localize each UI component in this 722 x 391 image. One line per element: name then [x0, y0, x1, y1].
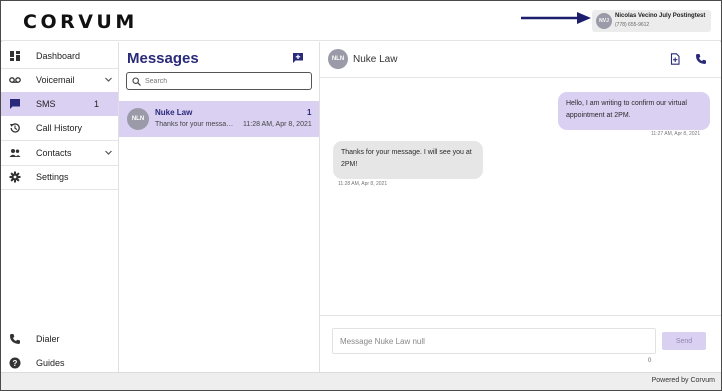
contact-name: Nuke Law	[353, 54, 398, 65]
sidebar-item-sms[interactable]: SMS 1	[1, 92, 118, 116]
outgoing-message: Hello, I am writing to confirm our virtu…	[558, 92, 710, 130]
conversation-name: Nuke Law	[155, 108, 193, 117]
message-timestamp: 11:28 AM, Apr 8, 2021	[338, 181, 388, 187]
conversation-header: NLN Nuke Law	[320, 42, 721, 78]
conversation-panel: NLN Nuke Law Hello, I am writing to conf…	[320, 42, 721, 372]
voicemail-icon	[9, 77, 21, 83]
phone-icon	[10, 334, 20, 344]
sidebar-item-voicemail[interactable]: Voicemail	[1, 68, 118, 92]
sidebar-item-label: Contacts	[36, 148, 72, 158]
sidebar-item-contacts[interactable]: Contacts	[1, 141, 118, 165]
dashboard-icon	[10, 51, 20, 61]
search-box	[126, 72, 312, 90]
sms-icon	[10, 99, 20, 109]
top-bar: CORVUM NVJ Nicolas Vecino July Postingte…	[1, 1, 721, 41]
send-button[interactable]: Send	[662, 332, 706, 350]
sidebar-item-settings[interactable]: Settings	[1, 165, 118, 189]
messages-panel: Messages NLN Nuke Law Thanks for your me…	[119, 42, 320, 372]
message-timestamp: 11:27 AM, Apr 8, 2021	[651, 131, 701, 137]
sidebar-item-label: Dashboard	[36, 51, 81, 61]
gear-icon	[9, 171, 21, 183]
user-name: Nicolas Vecino July Postingtest	[615, 13, 706, 19]
svg-text:?: ?	[13, 359, 18, 368]
incoming-message: Thanks for your message. I will see you …	[333, 141, 483, 179]
sidebar-item-dialer[interactable]: Dialer	[1, 327, 118, 351]
conversation-time: 11:28 AM, Apr 8, 2021	[243, 121, 312, 128]
character-count: 0	[648, 358, 652, 364]
arrow-annotation-icon	[521, 12, 591, 24]
divider	[1, 189, 118, 190]
search-input[interactable]	[145, 75, 305, 87]
export-file-icon[interactable]	[669, 53, 681, 65]
unread-count-badge: 1	[94, 99, 100, 109]
messages-title: Messages	[127, 50, 199, 67]
user-account-chip[interactable]: NVJ Nicolas Vecino July Postingtest (778…	[592, 10, 711, 32]
call-icon[interactable]	[695, 53, 707, 65]
sidebar-item-label: Voicemail	[36, 75, 75, 85]
footer-text: Powered by Corvum	[651, 377, 715, 384]
history-icon	[10, 123, 20, 133]
message-input[interactable]	[332, 328, 656, 354]
conversation-preview: Thanks for your message. I will see you …	[155, 121, 235, 128]
chevron-down-icon[interactable]	[104, 75, 113, 84]
sidebar-item-call-history[interactable]: Call History	[1, 116, 118, 140]
user-phone: (778) 655-9612	[615, 22, 650, 28]
sidebar-item-label: Dialer	[36, 334, 60, 344]
contacts-icon	[9, 149, 21, 157]
sidebar-item-label: SMS	[36, 99, 56, 109]
compose-area: Send 0	[320, 315, 721, 372]
sidebar-item-label: Call History	[36, 123, 83, 133]
footer: Powered by Corvum	[1, 372, 721, 390]
sidebar-item-label: Guides	[36, 358, 65, 368]
search-icon	[132, 77, 141, 86]
conversation-item[interactable]: NLN Nuke Law Thanks for your message. I …	[119, 101, 319, 137]
new-message-icon[interactable]	[292, 52, 304, 64]
corvum-logo: CORVUM	[23, 11, 138, 33]
sidebar-item-dashboard[interactable]: Dashboard	[1, 44, 118, 68]
help-icon: ?	[9, 357, 21, 369]
contact-avatar: NLN	[328, 49, 348, 69]
user-avatar: NVJ	[596, 13, 612, 29]
sidebar-item-label: Settings	[36, 172, 69, 182]
contact-avatar: NLN	[127, 108, 149, 130]
chevron-down-icon[interactable]	[104, 148, 113, 157]
sidebar: Dashboard Voicemail SMS 1 Call History C…	[1, 42, 119, 372]
unread-count: 1	[307, 108, 312, 117]
